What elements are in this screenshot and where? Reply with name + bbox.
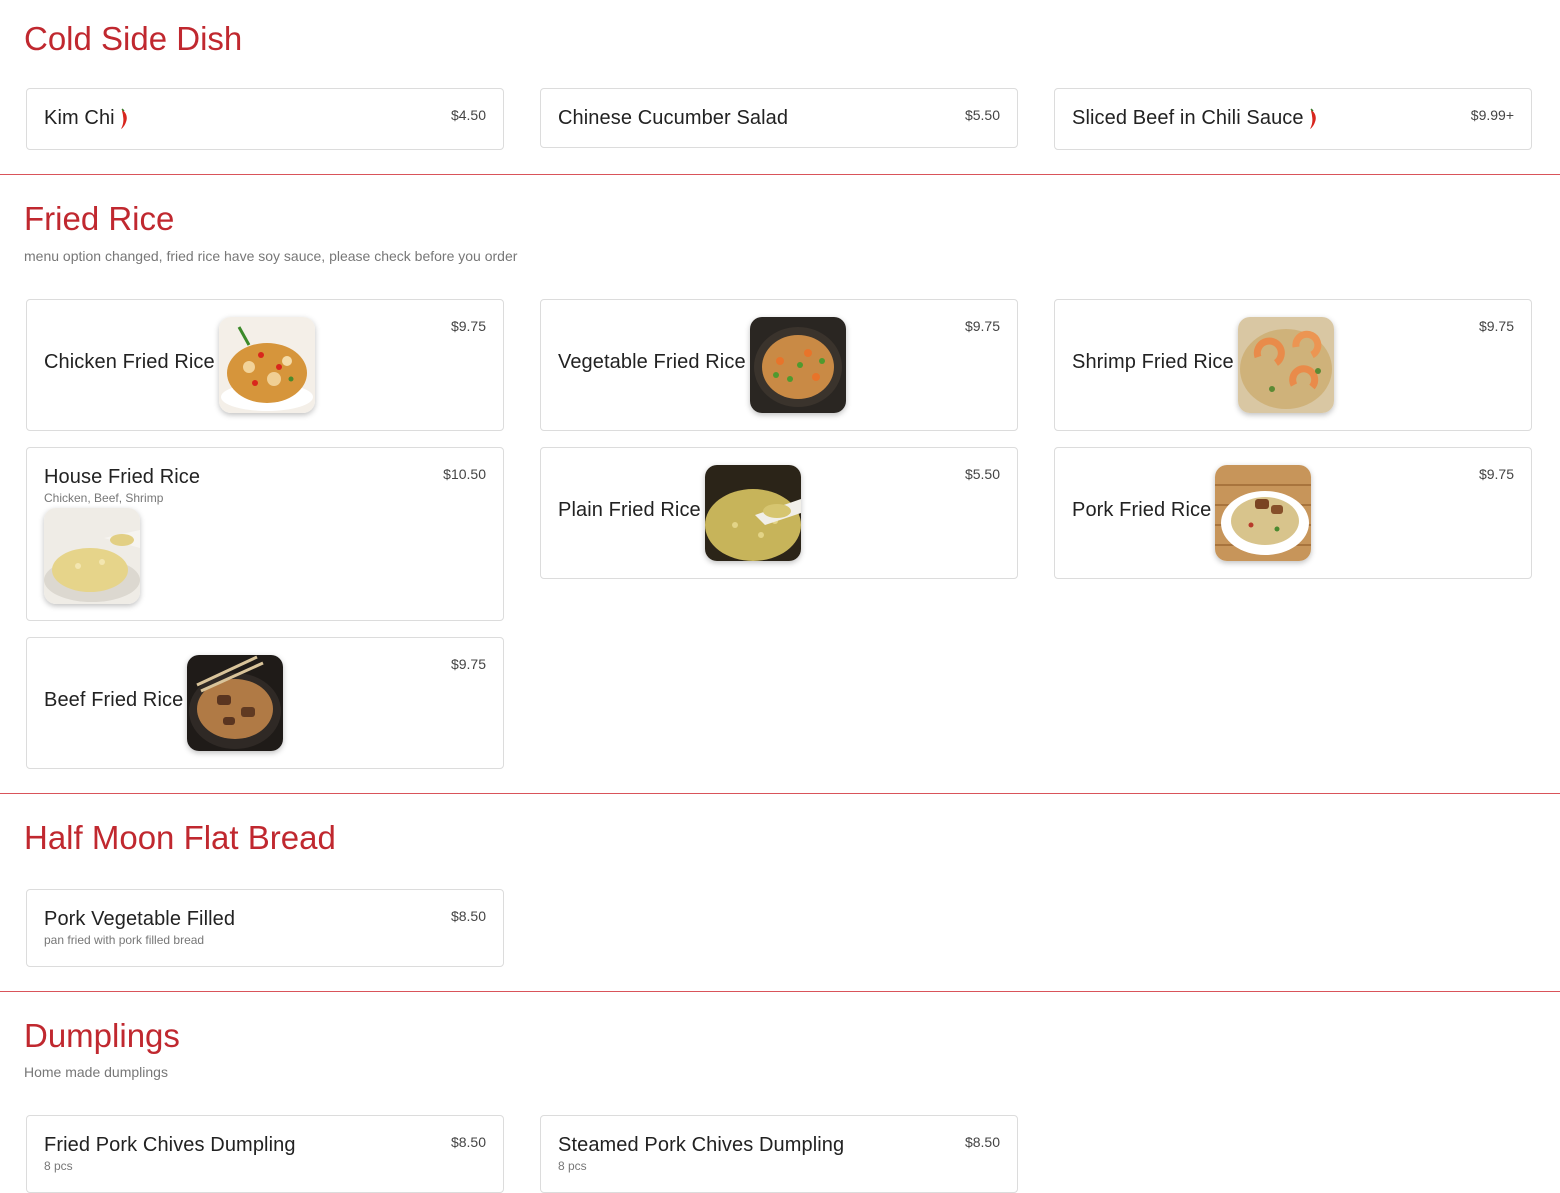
menu-item-pork-fried-rice[interactable]: Pork Fried Rice $9.75 — [1054, 447, 1532, 579]
item-name: Vegetable Fried Rice — [558, 351, 746, 373]
item-name: Plain Fried Rice — [558, 499, 701, 521]
section-subtitle: Home made dumplings — [24, 1064, 168, 1080]
item-name: Kim Chi — [44, 107, 115, 129]
item-price: $9.75 — [450, 318, 486, 334]
menu-item-steamed-pork-chives-dumpling[interactable]: Steamed Pork Chives Dumpling 8 pcs $8.50 — [540, 1115, 1018, 1193]
menu-item-chicken-fried-rice[interactable]: Chicken Fried Rice $9.75 — [26, 299, 504, 431]
item-name: Pork Vegetable Filled — [44, 908, 236, 930]
item-name: Chicken Fried Rice — [44, 351, 215, 373]
item-price: $9.75 — [1478, 318, 1514, 334]
item-name: Chinese Cucumber Salad — [558, 107, 789, 129]
chili-pepper-icon — [120, 108, 127, 129]
item-name: Pork Fried Rice — [1072, 499, 1212, 521]
item-price: $8.50 — [450, 908, 486, 924]
item-price: $8.50 — [964, 1134, 1000, 1150]
section-title-cold-side-dish: Cold Side Dish — [24, 20, 243, 57]
item-price: $4.50 — [450, 107, 486, 123]
menu-item-pork-vegetable-filled[interactable]: Pork Vegetable Filled pan fried with por… — [26, 889, 504, 967]
item-price: $9.75 — [450, 656, 486, 672]
menu-item-chinese-cucumber-salad[interactable]: Chinese Cucumber Salad $5.50 — [540, 88, 1018, 148]
item-name: Steamed Pork Chives Dumpling — [558, 1134, 845, 1156]
item-name: Sliced Beef in Chili Sauce — [1072, 107, 1304, 129]
item-description: 8 pcs — [44, 1159, 73, 1173]
menu-item-plain-fried-rice[interactable]: Plain Fried Rice $5.50 — [540, 447, 1018, 579]
item-name: Fried Pork Chives Dumpling — [44, 1134, 296, 1156]
menu-item-house-fried-rice[interactable]: House Fried Rice Chicken, Beef, Shrimp $… — [26, 447, 504, 621]
chili-pepper-icon — [1309, 108, 1316, 129]
item-description: pan fried with pork filled bread — [44, 933, 205, 947]
chicken-fried-rice-photo — [219, 317, 315, 413]
section-divider — [0, 793, 1560, 794]
section-subtitle: menu option changed, fried rice have soy… — [24, 248, 518, 264]
menu-item-fried-pork-chives-dumpling[interactable]: Fried Pork Chives Dumpling 8 pcs $8.50 — [26, 1115, 504, 1193]
section-divider — [0, 991, 1560, 992]
menu-item-kim-chi[interactable]: Kim Chi $4.50 — [26, 88, 504, 150]
item-price: $5.50 — [964, 466, 1000, 482]
pork-fried-rice-photo — [1215, 465, 1311, 561]
section-title-fried-rice: Fried Rice — [24, 200, 175, 237]
item-price: $9.99+ — [1470, 107, 1514, 123]
section-divider — [0, 174, 1560, 175]
house-fried-rice-photo — [44, 508, 140, 604]
item-description: Chicken, Beef, Shrimp — [44, 491, 164, 505]
item-price: $5.50 — [964, 107, 1000, 123]
menu-item-sliced-beef-chili-sauce[interactable]: Sliced Beef in Chili Sauce $9.99+ — [1054, 88, 1532, 150]
section-title-dumplings: Dumplings — [24, 1017, 180, 1054]
item-name: Beef Fried Rice — [44, 689, 184, 711]
item-price: $10.50 — [443, 466, 486, 482]
shrimp-fried-rice-photo — [1238, 317, 1334, 413]
menu-item-beef-fried-rice[interactable]: Beef Fried Rice $9.75 — [26, 637, 504, 769]
item-price: $9.75 — [964, 318, 1000, 334]
menu-item-vegetable-fried-rice[interactable]: Vegetable Fried Rice $9.75 — [540, 299, 1018, 431]
item-price: $9.75 — [1478, 466, 1514, 482]
vegetable-fried-rice-photo — [750, 317, 846, 413]
item-name: Shrimp Fried Rice — [1072, 351, 1234, 373]
menu-item-shrimp-fried-rice[interactable]: Shrimp Fried Rice $9.75 — [1054, 299, 1532, 431]
item-description: 8 pcs — [558, 1159, 587, 1173]
plain-fried-rice-photo — [705, 465, 801, 561]
beef-fried-rice-photo — [187, 655, 283, 751]
item-name: House Fried Rice — [44, 466, 201, 488]
item-price: $8.50 — [450, 1134, 486, 1150]
section-title-half-moon-flat-bread: Half Moon Flat Bread — [24, 819, 336, 856]
